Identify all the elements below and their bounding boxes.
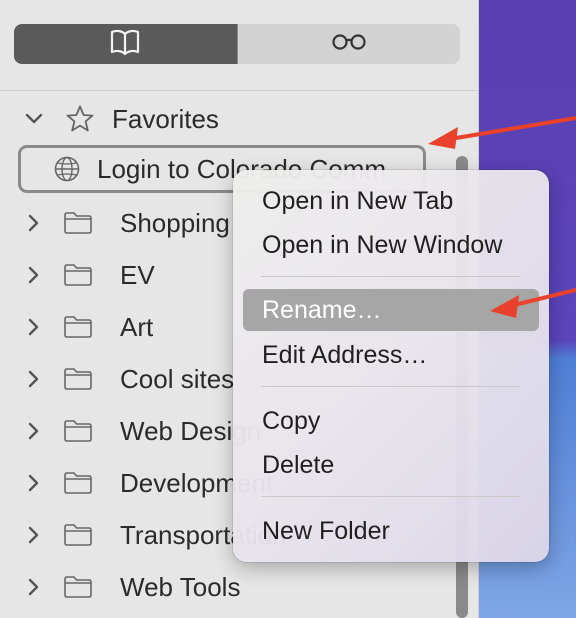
favorites-label: Favorites xyxy=(112,103,219,134)
favorites-row[interactable]: Favorites xyxy=(20,95,460,143)
folder-label: EV xyxy=(120,259,155,290)
menu-separator xyxy=(261,496,521,497)
reading-list-tab[interactable] xyxy=(237,24,460,64)
glasses-icon xyxy=(331,32,367,57)
folder-icon xyxy=(62,363,94,395)
context-menu: Open in New Tab Open in New Window Renam… xyxy=(233,170,549,562)
folder-icon xyxy=(62,259,94,291)
chevron-right-icon[interactable] xyxy=(20,521,48,549)
folder-label: Cool sites xyxy=(120,363,235,394)
star-icon xyxy=(64,103,96,135)
chevron-right-icon[interactable] xyxy=(20,313,48,341)
folder-label: Art xyxy=(120,311,154,342)
folder-icon xyxy=(62,519,94,551)
chevron-right-icon[interactable] xyxy=(20,209,48,237)
sidebar-segmented-control xyxy=(14,24,460,64)
menu-item-rename[interactable]: Rename… xyxy=(243,289,539,331)
chevron-right-icon[interactable] xyxy=(20,365,48,393)
menu-item-delete[interactable]: Delete xyxy=(243,444,539,486)
folder-icon xyxy=(62,571,94,603)
folder-row[interactable]: Web Tools xyxy=(20,563,460,611)
bookmarks-tab[interactable] xyxy=(14,24,237,64)
menu-separator xyxy=(261,276,521,277)
folder-icon xyxy=(62,311,94,343)
chevron-right-icon[interactable] xyxy=(20,417,48,445)
sidebar-divider xyxy=(0,90,478,91)
chevron-right-icon[interactable] xyxy=(20,261,48,289)
book-icon xyxy=(109,28,141,61)
folder-label: Web Tools xyxy=(120,571,241,602)
chevron-right-icon[interactable] xyxy=(20,573,48,601)
menu-separator xyxy=(261,386,521,387)
folder-label: Shopping xyxy=(120,207,230,238)
folder-icon xyxy=(62,467,94,499)
menu-item-new-folder[interactable]: New Folder xyxy=(243,510,539,552)
folder-icon xyxy=(62,415,94,447)
globe-icon xyxy=(51,153,83,185)
menu-item-open-new-window[interactable]: Open in New Window xyxy=(243,224,539,266)
menu-item-copy[interactable]: Copy xyxy=(243,400,539,442)
chevron-right-icon[interactable] xyxy=(20,469,48,497)
menu-item-edit-address[interactable]: Edit Address… xyxy=(243,334,539,376)
chevron-down-icon[interactable] xyxy=(20,105,48,133)
folder-icon xyxy=(62,207,94,239)
menu-item-open-new-tab[interactable]: Open in New Tab xyxy=(243,180,539,222)
